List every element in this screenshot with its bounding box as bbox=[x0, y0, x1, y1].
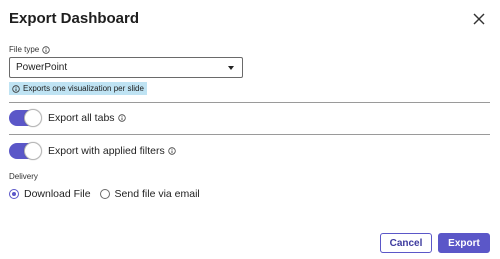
delivery-label-row: Delivery bbox=[9, 172, 38, 181]
info-icon[interactable] bbox=[117, 114, 126, 122]
dialog-title: Export Dashboard bbox=[9, 10, 140, 27]
delivery-label: Delivery bbox=[9, 172, 38, 181]
radio-button-unchecked[interactable] bbox=[99, 189, 110, 199]
toggle-knob bbox=[24, 109, 42, 127]
radio-send-email[interactable]: Send file via email bbox=[99, 188, 200, 200]
export-dialog: Export Dashboard File type PowerPoint Ex… bbox=[0, 0, 500, 259]
export-button[interactable]: Export bbox=[438, 233, 490, 253]
file-type-selected-value: PowerPoint bbox=[16, 62, 68, 73]
chevron-down-icon bbox=[228, 66, 234, 70]
file-type-select[interactable]: PowerPoint bbox=[9, 57, 243, 78]
close-icon[interactable] bbox=[469, 9, 489, 29]
divider bbox=[9, 102, 490, 103]
export-all-tabs-toggle[interactable] bbox=[9, 109, 42, 127]
toggle-knob bbox=[24, 142, 42, 160]
file-type-hint-text: Exports one visualization per slide bbox=[23, 84, 144, 93]
send-email-label: Send file via email bbox=[114, 188, 200, 200]
export-filters-row: Export with applied filters bbox=[9, 142, 176, 160]
file-type-label: File type bbox=[9, 45, 40, 54]
divider bbox=[9, 134, 490, 135]
download-file-label: Download File bbox=[24, 188, 91, 200]
info-icon[interactable] bbox=[168, 147, 176, 155]
info-icon[interactable] bbox=[42, 45, 50, 54]
radio-button-checked[interactable] bbox=[9, 189, 19, 199]
export-all-tabs-label: Export all tabs bbox=[48, 112, 115, 124]
info-icon bbox=[12, 84, 20, 93]
delivery-options: Download File Send file via email bbox=[9, 188, 209, 200]
cancel-button[interactable]: Cancel bbox=[380, 233, 432, 253]
export-with-filters-label: Export with applied filters bbox=[48, 145, 165, 157]
export-with-filters-toggle[interactable] bbox=[9, 142, 42, 160]
export-all-tabs-row: Export all tabs bbox=[9, 109, 126, 127]
radio-download-file[interactable]: Download File bbox=[9, 188, 91, 200]
file-type-label-row: File type bbox=[9, 45, 50, 54]
file-type-hint: Exports one visualization per slide bbox=[9, 82, 147, 95]
